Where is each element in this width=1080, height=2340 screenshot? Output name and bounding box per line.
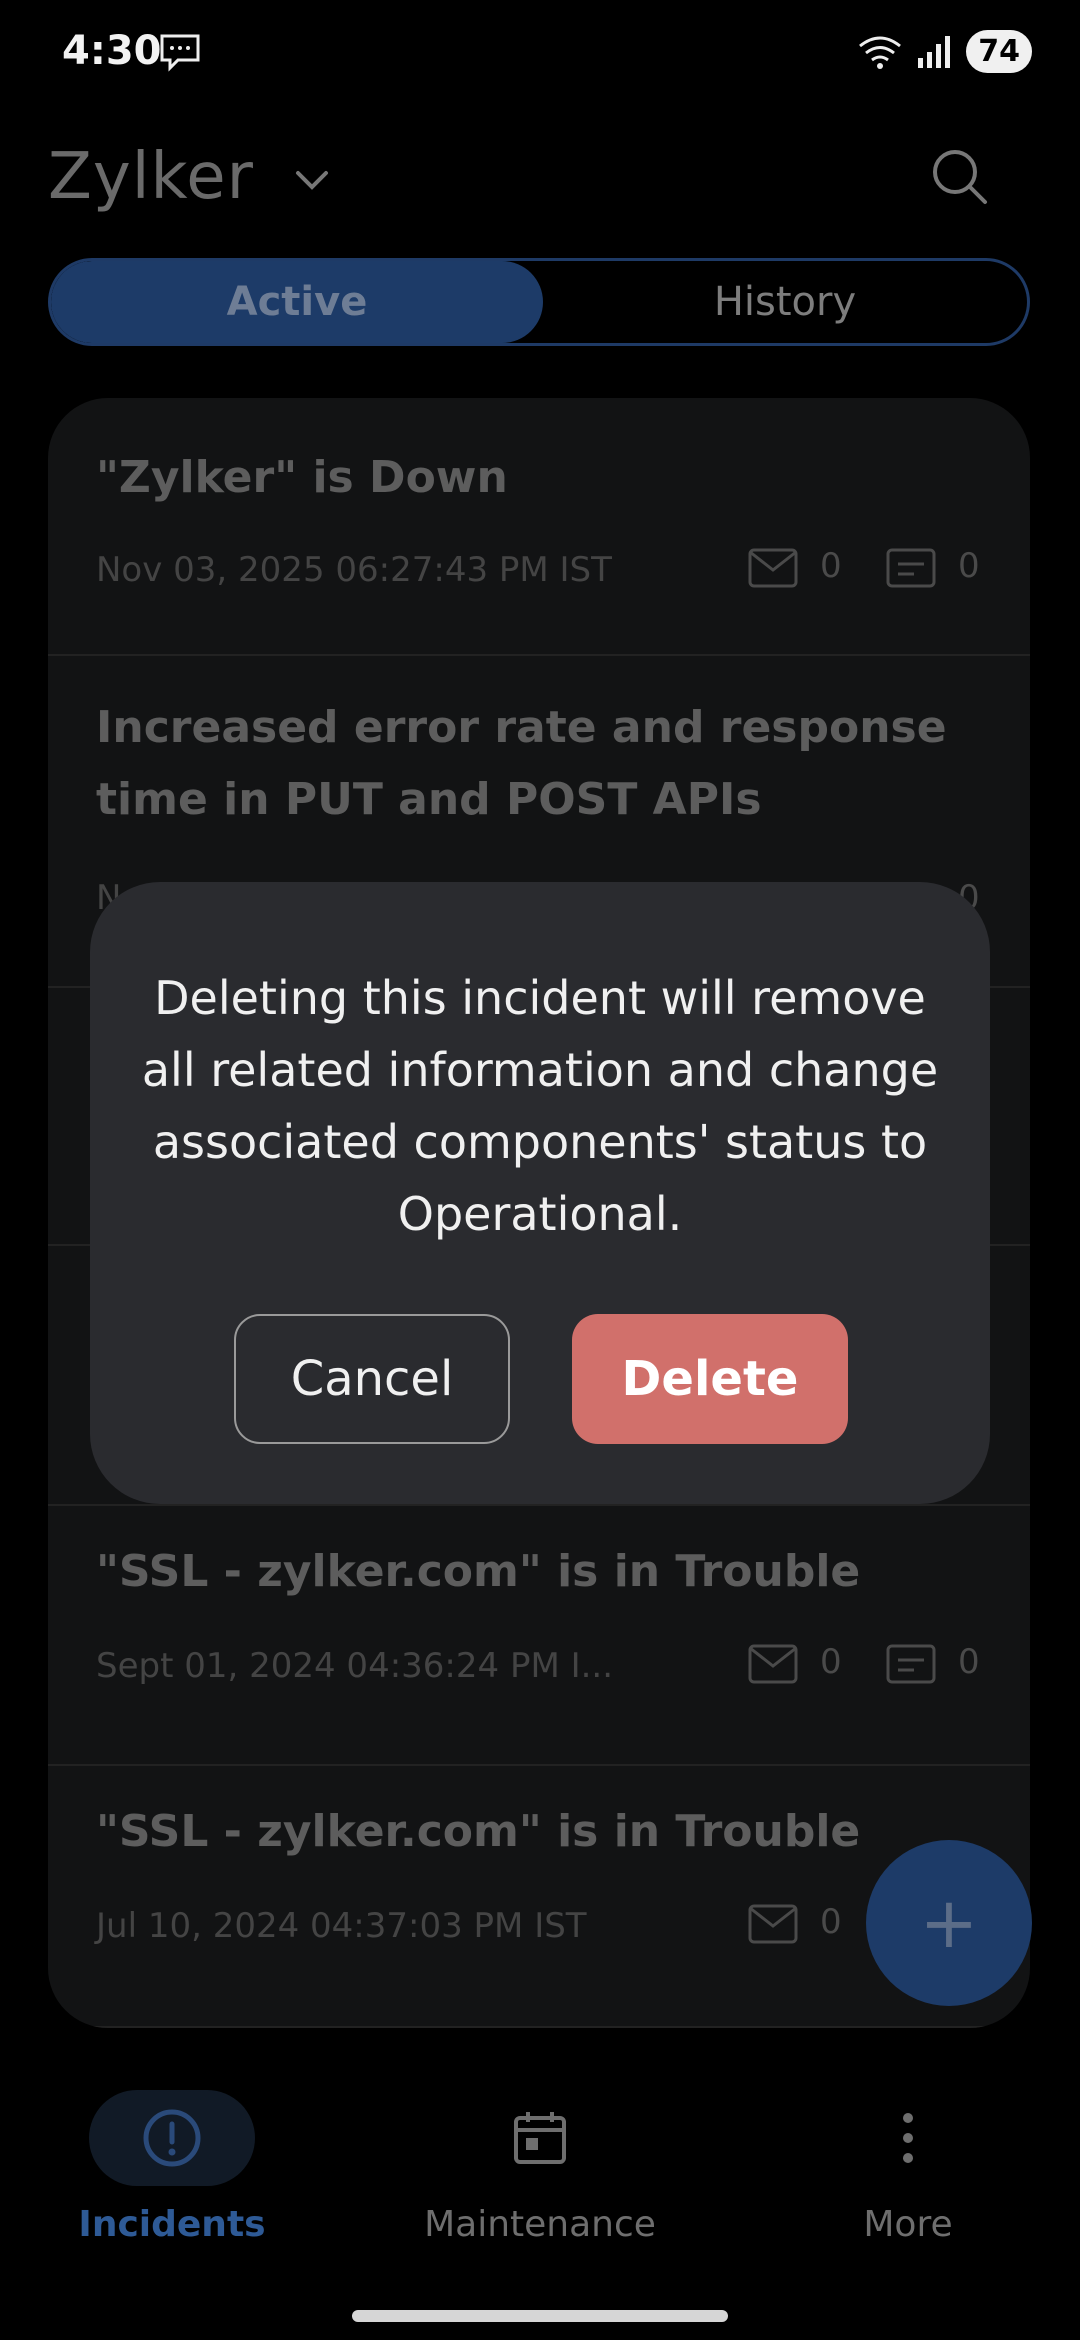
incident-date: Sept 01, 2024 04:36:24 PM I... — [96, 1646, 614, 1686]
mail-count: 0 — [820, 1642, 842, 1682]
delete-button[interactable]: Delete — [572, 1314, 848, 1444]
incident-title: "SSL - zylker.com" is in Trouble — [96, 1806, 861, 1857]
incident-tabs: Active History — [48, 258, 1030, 346]
list-item[interactable]: "SSL - zylker.com" is in Trouble Sept 01… — [48, 1506, 1030, 1766]
delete-confirmation-dialog: Deleting this incident will remove all r… — [90, 882, 990, 1504]
nav-incidents[interactable]: Incidents — [22, 2090, 322, 2245]
incident-title: Increased error rate and response time i… — [96, 702, 947, 825]
nav-active-pill — [89, 2090, 255, 2186]
battery-level: 74 — [966, 30, 1032, 73]
comment-count: 0 — [958, 546, 980, 586]
plus-icon: + — [919, 1882, 979, 1964]
incident-date: Nov 03, 2025 06:27:43 PM IST — [96, 550, 612, 590]
add-incident-button[interactable]: + — [866, 1840, 1032, 2006]
status-bar: 4:30 74 — [0, 0, 1080, 110]
org-name[interactable]: Zylker — [48, 140, 254, 214]
calendar-icon — [514, 2112, 566, 2164]
status-time: 4:30 — [62, 28, 162, 74]
message-notification-icon — [160, 34, 200, 72]
nav-pill — [825, 2090, 991, 2186]
mail-icon — [748, 1904, 798, 1944]
cancel-button[interactable]: Cancel — [234, 1314, 510, 1444]
signal-icon — [918, 35, 951, 68]
app-header: Zylker — [0, 130, 1080, 230]
tab-active[interactable]: Active — [51, 261, 543, 343]
wifi-icon — [859, 36, 902, 69]
nav-maintenance[interactable]: Maintenance — [390, 2090, 690, 2245]
comment-icon — [886, 1644, 936, 1684]
list-item[interactable]: "Zylker" is Down Nov 03, 2025 06:27:43 P… — [48, 398, 1030, 656]
nav-label-incidents: Incidents — [78, 2204, 266, 2245]
alert-circle-icon — [143, 2109, 201, 2167]
nav-label-more: More — [863, 2204, 953, 2245]
incident-date: Jul 10, 2024 04:37:03 PM IST — [96, 1906, 587, 1946]
search-icon[interactable] — [925, 142, 995, 212]
tab-history[interactable]: History — [543, 261, 1027, 343]
incident-title: "Zylker" is Down — [96, 452, 508, 503]
nav-label-maintenance: Maintenance — [424, 2204, 656, 2245]
nav-pill — [457, 2090, 623, 2186]
mail-icon — [748, 548, 798, 588]
incident-title: "SSL - zylker.com" is in Trouble — [96, 1546, 861, 1597]
chevron-down-icon[interactable] — [290, 158, 334, 202]
status-indicators: 74 — [858, 30, 1032, 73]
mail-count: 0 — [820, 1902, 842, 1942]
comment-icon — [886, 548, 936, 588]
mail-icon — [748, 1644, 798, 1684]
dialog-message: Deleting this incident will remove all r… — [141, 971, 939, 1241]
nav-more[interactable]: More — [758, 2090, 1058, 2245]
home-indicator[interactable] — [352, 2310, 728, 2322]
mail-count: 0 — [820, 546, 842, 586]
bottom-nav: Incidents Maintenance More — [0, 2060, 1080, 2260]
more-vertical-icon — [903, 2113, 913, 2163]
comment-count: 0 — [958, 1642, 980, 1682]
